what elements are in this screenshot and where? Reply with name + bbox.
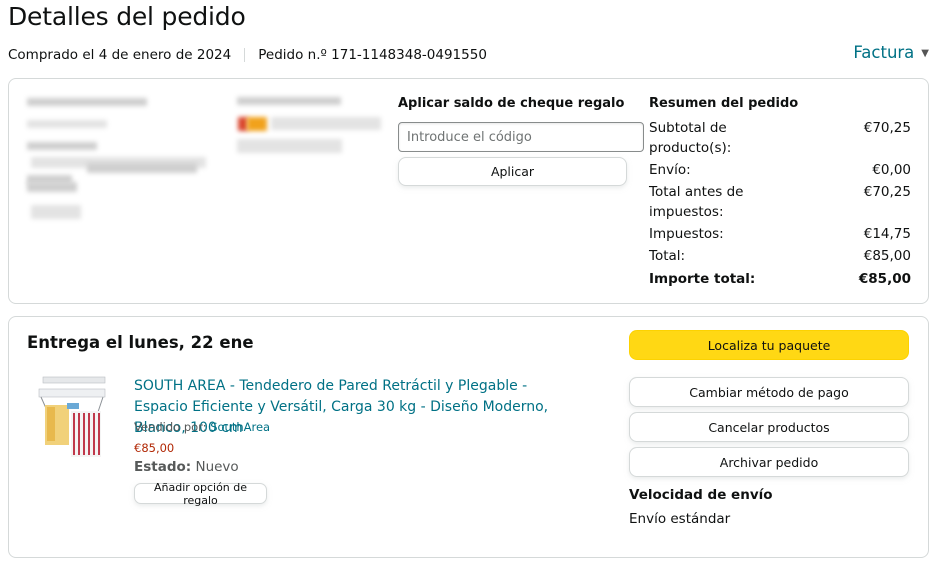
- sold-by: Vendido por: SouthArea: [134, 420, 270, 434]
- summary-label: Total antes de impuestos:: [649, 184, 744, 220]
- condition-value: Nuevo: [195, 459, 239, 475]
- page-title: Detalles del pedido: [8, 2, 246, 31]
- summary-label: Envío:: [649, 162, 691, 178]
- order-number: Pedido n.º 171-1148348-0491550: [258, 47, 487, 63]
- summary-value: €0,00: [872, 162, 911, 178]
- summary-label: Subtotal de producto(s):: [649, 120, 732, 156]
- order-summary: Resumen del pedido Subtotal de producto(…: [649, 96, 911, 291]
- order-meta: Comprado el 4 de enero de 2024 Pedido n.…: [8, 47, 487, 63]
- summary-value: €70,25: [863, 120, 911, 136]
- summary-value: €85,00: [863, 248, 911, 264]
- delivery-title: Entrega el lunes, 22 ene: [27, 333, 254, 352]
- product-price: €85,00: [134, 441, 175, 455]
- gift-card-title: Aplicar saldo de cheque regalo: [398, 96, 625, 111]
- summary-row: Total: €85,00: [649, 246, 911, 266]
- seller-link[interactable]: SouthArea: [210, 420, 270, 434]
- summary-label: Total:: [649, 248, 686, 264]
- track-package-button[interactable]: Localiza tu paquete: [629, 330, 909, 360]
- apply-gift-button[interactable]: Aplicar: [398, 157, 627, 186]
- divider: [244, 48, 246, 62]
- archive-order-button[interactable]: Archivar pedido: [629, 447, 909, 477]
- product-condition: Estado: Nuevo: [134, 459, 239, 475]
- change-payment-button[interactable]: Cambiar método de pago: [629, 377, 909, 407]
- add-gift-option-button[interactable]: Añadir opción de regalo: [134, 481, 267, 507]
- purchase-date: Comprado el 4 de enero de 2024: [8, 47, 232, 63]
- condition-label: Estado:: [134, 459, 192, 475]
- grand-total-label: Importe total:: [649, 271, 756, 287]
- summary-row: Impuestos: €14,75: [649, 224, 911, 244]
- summary-row: Subtotal de producto(s): €70,25: [649, 118, 911, 158]
- grand-total-value: €85,00: [858, 271, 911, 287]
- summary-value: €70,25: [863, 184, 911, 200]
- chevron-down-icon: ▼: [921, 48, 929, 59]
- delivery-box: Entrega el lunes, 22 ene SOUTH AREA - Te…: [8, 316, 929, 558]
- grand-total-row: Importe total: €85,00: [649, 269, 911, 289]
- summary-value: €14,75: [863, 226, 911, 242]
- summary-row: Envío: €0,00: [649, 160, 911, 180]
- invoice-dropdown[interactable]: Factura ▼: [853, 43, 929, 62]
- summary-label: Impuestos:: [649, 226, 724, 242]
- summary-title: Resumen del pedido: [649, 96, 799, 111]
- shipping-speed-value: Envío estándar: [629, 511, 731, 527]
- shipping-speed-title: Velocidad de envío: [629, 487, 773, 503]
- product-image[interactable]: [37, 375, 109, 461]
- order-info-box: Aplicar saldo de cheque regalo Aplicar R…: [8, 78, 929, 304]
- summary-row: Total antes de impuestos: €70,25: [649, 182, 911, 222]
- cancel-items-button[interactable]: Cancelar productos: [629, 412, 909, 442]
- invoice-label: Factura: [853, 43, 915, 62]
- sold-by-label: Vendido por:: [134, 420, 207, 434]
- gift-code-input[interactable]: [398, 122, 644, 152]
